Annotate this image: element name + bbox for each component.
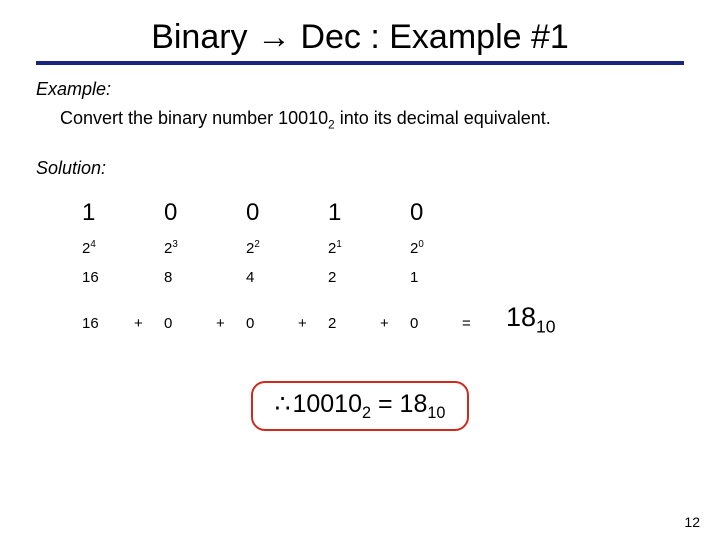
result-cell: 1810 <box>486 292 562 347</box>
dec-cell: 2 <box>322 263 374 292</box>
calc-table: 1 0 0 1 0 24 23 22 21 20 16 8 4 2 1 16 <box>76 193 562 347</box>
pow-cell: 24 <box>76 233 128 263</box>
conclusion-decimal-sub: 10 <box>427 404 445 422</box>
calc-table-wrap: 1 0 0 1 0 24 23 22 21 20 16 8 4 2 1 16 <box>76 193 684 347</box>
page-title: Binary → Dec : Example #1 <box>36 18 684 57</box>
dec-cell: 4 <box>240 263 292 292</box>
solution-label: Solution: <box>36 158 684 179</box>
pow-cell: 20 <box>404 233 456 263</box>
example-label: Example: <box>36 79 684 100</box>
sum-cell: 0 <box>404 292 456 347</box>
bit-cell: 0 <box>240 193 292 233</box>
pow-exp: 3 <box>172 239 177 250</box>
conclusion-binary-sub: 2 <box>362 404 371 422</box>
title-divider <box>36 61 684 65</box>
dec-cell: 16 <box>76 263 128 292</box>
decimal-row: 16 8 4 2 1 <box>76 263 562 292</box>
pow-exp: 1 <box>336 239 341 250</box>
bit-cell: 0 <box>404 193 456 233</box>
sum-cell: 0 <box>158 292 210 347</box>
prompt-text-pre: Convert the binary number 10010 <box>60 108 328 128</box>
therefore-symbol: ∴ <box>275 390 291 418</box>
sum-row: 16 + 0 + 0 + 2 + 0 = 1810 <box>76 292 562 347</box>
equals-op: = <box>456 292 486 347</box>
bit-cell: 0 <box>158 193 210 233</box>
bit-cell: 1 <box>76 193 128 233</box>
conclusion-box: ∴100102 = 1810 <box>251 381 470 431</box>
plus-op: + <box>210 292 240 347</box>
plus-op: + <box>292 292 322 347</box>
pow-cell: 22 <box>240 233 292 263</box>
sum-cell: 16 <box>76 292 128 347</box>
pow-exp: 0 <box>418 239 423 250</box>
page-number: 12 <box>684 514 700 530</box>
result-subscript: 10 <box>536 316 556 336</box>
sum-cell: 2 <box>322 292 374 347</box>
bits-row: 1 0 0 1 0 <box>76 193 562 233</box>
pow-exp: 2 <box>254 239 259 250</box>
dec-cell: 8 <box>158 263 210 292</box>
sum-cell: 0 <box>240 292 292 347</box>
example-prompt: Convert the binary number 100102 into it… <box>60 108 684 132</box>
powers-row: 24 23 22 21 20 <box>76 233 562 263</box>
plus-op: + <box>374 292 404 347</box>
prompt-text-post: into its decimal equivalent. <box>335 108 551 128</box>
dec-cell: 1 <box>404 263 456 292</box>
result-value: 18 <box>506 302 536 332</box>
pow-exp: 4 <box>90 239 95 250</box>
bit-cell: 1 <box>322 193 374 233</box>
plus-op: + <box>128 292 158 347</box>
conclusion-binary: 10010 <box>292 390 362 418</box>
pow-cell: 21 <box>322 233 374 263</box>
conclusion-equals: = <box>371 390 400 418</box>
pow-cell: 23 <box>158 233 210 263</box>
conclusion-decimal: 18 <box>400 390 428 418</box>
